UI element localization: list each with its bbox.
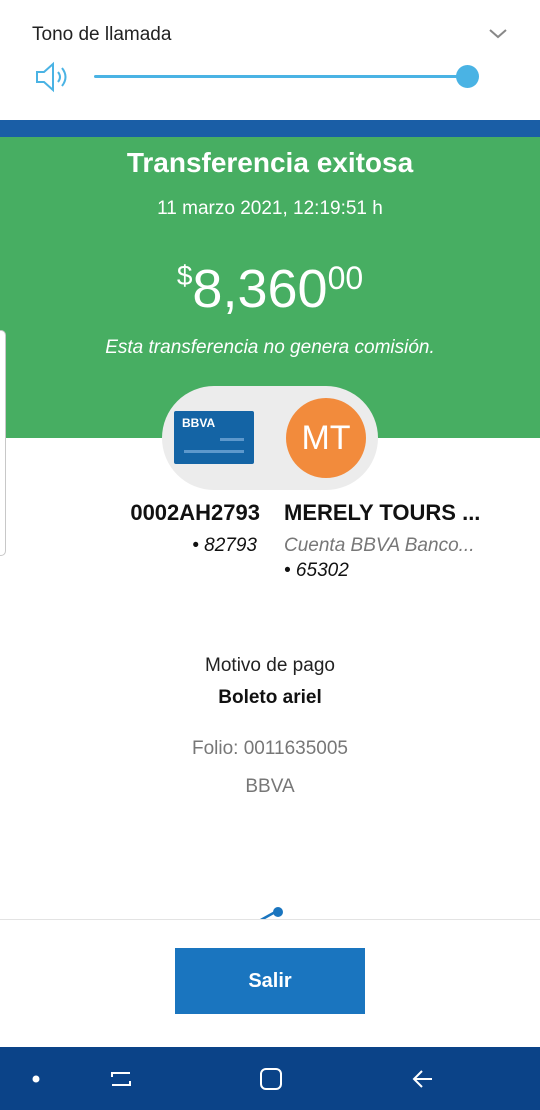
bank-card-icon: BBVA [174, 411, 254, 464]
page-title: Transferencia exitosa [126, 147, 414, 178]
amount-currency: $ [176, 260, 193, 291]
edge-panel-handle[interactable] [0, 330, 6, 556]
recipient-bank: Cuenta BBVA Banco... [284, 535, 475, 556]
speaker-icon[interactable] [34, 60, 72, 94]
card-brand: BBVA [182, 416, 216, 430]
origin-account-name: 0002AH2793 [130, 500, 260, 525]
payment-reason-value: Boleto ariel [218, 687, 322, 708]
amount-decimals: 00 [327, 260, 364, 296]
back-icon[interactable] [393, 1047, 453, 1110]
recipient-account-number: • 65302 [284, 560, 349, 581]
dot-icon[interactable] [6, 1047, 66, 1110]
volume-slider-track[interactable] [94, 75, 468, 78]
volume-slider-thumb[interactable] [456, 65, 479, 88]
transfer-datetime: 11 marzo 2021, 12:19:51 h [157, 198, 383, 219]
home-icon[interactable] [241, 1047, 301, 1110]
recipient-name: MERELY TOURS ... [284, 500, 481, 525]
volume-panel: Tono de llamada [0, 0, 540, 120]
bank-name: BBVA [245, 776, 295, 797]
origin-account-number: • 82793 [192, 535, 257, 556]
recents-icon[interactable] [91, 1047, 151, 1110]
system-nav-bar [0, 1047, 540, 1110]
folio-number: Folio: 0011635005 [192, 738, 348, 759]
transfer-amount: $8,36000 [0, 258, 540, 320]
recipient-avatar: MT [286, 398, 366, 478]
transfer-receipt-screen: Tono de llamada Transferencia exitosa 11… [0, 0, 540, 1110]
card-line [184, 450, 244, 453]
volume-title: Tono de llamada [32, 24, 172, 45]
chevron-down-icon[interactable] [484, 20, 512, 48]
commission-note: Esta transferencia no genera comisión. [105, 337, 435, 358]
amount-integer: 8,360 [192, 259, 328, 319]
exit-button[interactable]: Salir [175, 948, 365, 1014]
top-brand-bar [0, 120, 540, 137]
payment-reason-label: Motivo de pago [205, 655, 335, 676]
card-line [220, 438, 244, 441]
